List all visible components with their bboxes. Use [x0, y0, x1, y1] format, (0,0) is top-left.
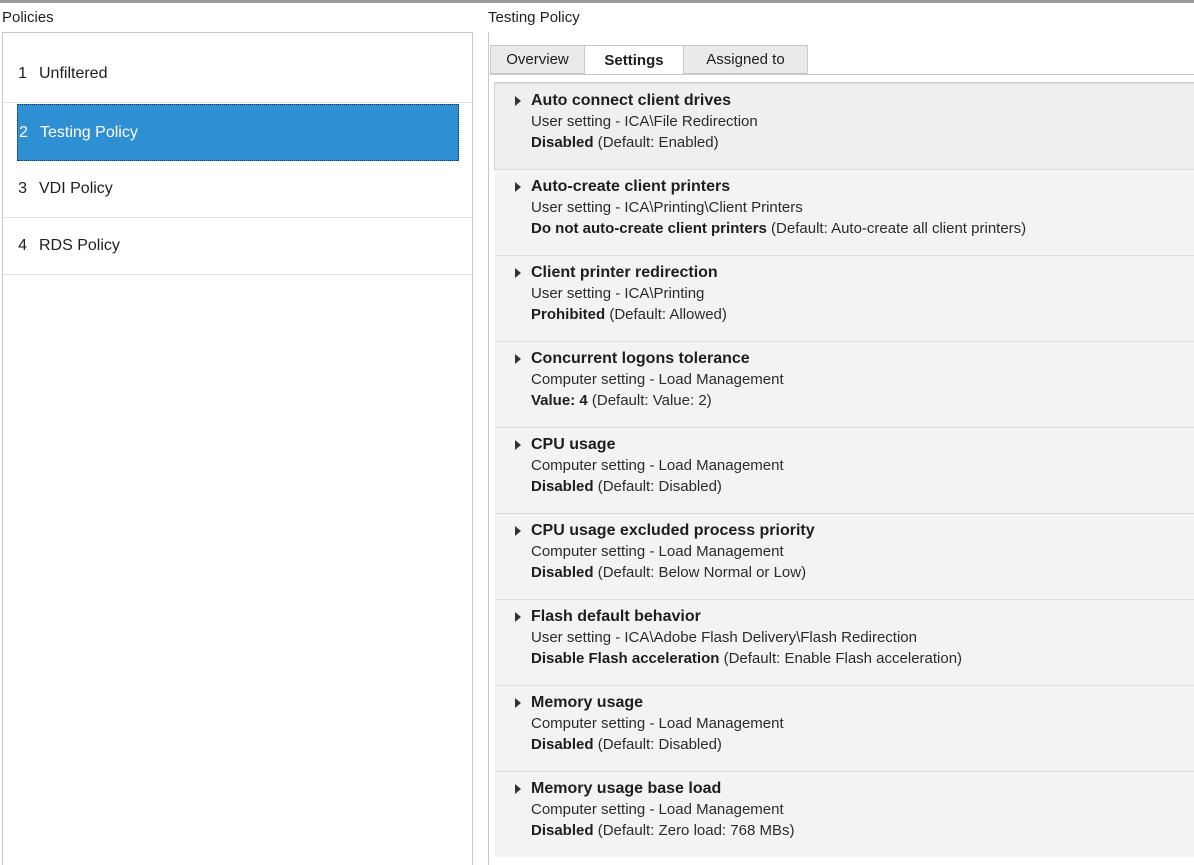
expand-caret-icon[interactable] — [515, 526, 521, 536]
policy-detail-panel: Overview Settings Assigned to Auto conne… — [488, 32, 1194, 865]
setting-default: (Default: Auto-create all client printer… — [771, 220, 1027, 237]
setting-value-line: Disabled (Default: Disabled) — [531, 476, 1194, 497]
tab-divider — [490, 74, 1194, 75]
setting-row[interactable]: Concurrent logons tolerance Computer set… — [495, 341, 1194, 427]
expand-caret-icon[interactable] — [515, 182, 521, 192]
setting-scope: Computer setting - Load Management — [531, 715, 784, 732]
setting-default: (Default: Disabled) — [597, 736, 722, 753]
policy-priority: 1 — [18, 65, 27, 82]
expand-caret-icon[interactable] — [515, 698, 521, 708]
setting-value: Do not auto-create client printers — [531, 220, 767, 237]
setting-scope: Computer setting - Load Management — [531, 543, 784, 560]
setting-scope: Computer setting - Load Management — [531, 801, 784, 818]
policy-item-unfiltered[interactable]: 1 Unfiltered — [3, 46, 472, 103]
expand-caret-icon[interactable] — [515, 784, 521, 794]
setting-default: (Default: Value: 2) — [591, 392, 712, 409]
setting-value: Disabled — [531, 736, 594, 753]
tab-settings[interactable]: Settings — [584, 45, 684, 75]
setting-title: CPU usage excluded process priority — [531, 522, 815, 539]
tab-bar: Overview Settings Assigned to — [490, 45, 808, 75]
setting-row[interactable]: Auto-create client printers User setting… — [495, 169, 1194, 255]
tab-assigned-to[interactable]: Assigned to — [683, 45, 808, 74]
policies-panel-header: Policies — [2, 9, 54, 26]
setting-row[interactable]: CPU usage Computer setting - Load Manage… — [495, 427, 1194, 513]
policy-priority: 4 — [18, 237, 27, 254]
policy-priority: 2 — [19, 123, 28, 141]
setting-default: (Default: Disabled) — [597, 478, 722, 495]
setting-value-line: Value: 4 (Default: Value: 2) — [531, 390, 1194, 411]
setting-scope: User setting - ICA\Adobe Flash Delivery\… — [531, 629, 917, 646]
setting-title: CPU usage — [531, 436, 616, 453]
setting-title: Memory usage — [531, 694, 644, 711]
setting-value-line: Disable Flash acceleration (Default: Ena… — [531, 648, 1194, 669]
expand-caret-icon[interactable] — [515, 96, 521, 106]
setting-title: Auto connect client drives — [531, 92, 732, 109]
policy-name: VDI Policy — [39, 180, 113, 197]
setting-value: Disabled — [531, 478, 594, 495]
setting-scope: Computer setting - Load Management — [531, 371, 784, 388]
setting-row[interactable]: Memory usage base load Computer setting … — [495, 771, 1194, 857]
setting-value-line: Prohibited (Default: Allowed) — [531, 304, 1194, 325]
setting-title: Concurrent logons tolerance — [531, 350, 750, 367]
setting-value-line: Disabled (Default: Disabled) — [531, 734, 1194, 755]
setting-scope: Computer setting - Load Management — [531, 457, 784, 474]
setting-default: (Default: Allowed) — [609, 306, 727, 323]
setting-row[interactable]: Auto connect client drives User setting … — [494, 82, 1194, 170]
setting-title: Flash default behavior — [531, 608, 701, 625]
policy-name: Unfiltered — [39, 65, 108, 82]
setting-value: Value: 4 — [531, 392, 588, 409]
setting-row[interactable]: Flash default behavior User setting - IC… — [495, 599, 1194, 685]
setting-default: (Default: Enable Flash acceleration) — [723, 650, 963, 667]
setting-row[interactable]: CPU usage excluded process priority Comp… — [495, 513, 1194, 599]
setting-value: Disabled — [531, 134, 594, 151]
setting-value-line: Disabled (Default: Below Normal or Low) — [531, 562, 1194, 583]
setting-default: (Default: Enabled) — [597, 134, 719, 151]
setting-value: Disable Flash acceleration — [531, 650, 720, 667]
setting-title: Auto-create client printers — [531, 178, 731, 195]
policy-item-vdi-policy[interactable]: 3 VDI Policy — [3, 161, 472, 218]
setting-value: Disabled — [531, 822, 594, 839]
setting-value: Prohibited — [531, 306, 606, 323]
policy-name: Testing Policy — [40, 123, 138, 141]
policy-priority: 3 — [18, 180, 27, 197]
tab-overview[interactable]: Overview — [490, 45, 585, 74]
policies-list: 1 Unfiltered 2 Testing Policy 3 VDI Poli… — [2, 32, 473, 865]
setting-row[interactable]: Client printer redirection User setting … — [495, 255, 1194, 341]
policy-name: RDS Policy — [39, 237, 120, 254]
expand-caret-icon[interactable] — [515, 612, 521, 622]
setting-scope: User setting - ICA\Printing — [531, 285, 705, 302]
settings-list: Auto connect client drives User setting … — [494, 82, 1194, 857]
expand-caret-icon[interactable] — [515, 440, 521, 450]
setting-value-line: Disabled (Default: Enabled) — [531, 132, 1194, 153]
window-top-border — [0, 0, 1194, 3]
setting-value-line: Do not auto-create client printers (Defa… — [531, 218, 1194, 239]
setting-default: (Default: Below Normal or Low) — [597, 564, 807, 581]
setting-default: (Default: Zero load: 768 MBs) — [597, 822, 795, 839]
policy-detail-header: Testing Policy — [488, 9, 580, 26]
setting-value-line: Disabled (Default: Zero load: 768 MBs) — [531, 820, 1194, 841]
setting-title: Client printer redirection — [531, 264, 718, 281]
policy-item-testing-policy[interactable]: 2 Testing Policy — [17, 104, 459, 161]
setting-value: Disabled — [531, 564, 594, 581]
setting-title: Memory usage base load — [531, 780, 722, 797]
expand-caret-icon[interactable] — [515, 354, 521, 364]
expand-caret-icon[interactable] — [515, 268, 521, 278]
setting-row[interactable]: Memory usage Computer setting - Load Man… — [495, 685, 1194, 771]
setting-scope: User setting - ICA\File Redirection — [531, 113, 758, 130]
policy-item-rds-policy[interactable]: 4 RDS Policy — [3, 218, 472, 275]
setting-scope: User setting - ICA\Printing\Client Print… — [531, 199, 803, 216]
